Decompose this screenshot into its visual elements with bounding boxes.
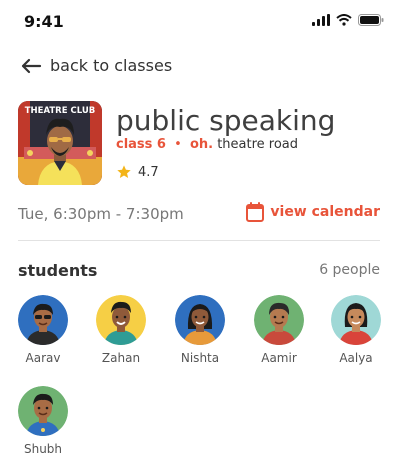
student-name: Aalya (339, 351, 373, 365)
class-thumbnail: THEATRE CLUB (18, 101, 102, 185)
rating-value: 4.7 (138, 164, 159, 180)
signal-icon (312, 14, 330, 26)
student-avatar-illustration (96, 295, 146, 345)
avatar (254, 295, 304, 345)
class-schedule: Tue, 6:30pm - 7:30pm (18, 205, 184, 223)
view-calendar-button[interactable]: view calendar (246, 202, 380, 222)
class-org: oh. (189, 137, 214, 152)
student-avatar-illustration (331, 295, 381, 345)
class-venue: theatre road (217, 137, 299, 152)
student-card[interactable]: Aarav (15, 295, 71, 365)
student-card[interactable]: Zahan (93, 295, 149, 365)
avatar (331, 295, 381, 345)
avatar (96, 295, 146, 345)
student-avatar-illustration (18, 295, 68, 345)
theatre-club-illustration: THEATRE CLUB (18, 101, 102, 185)
calendar-icon (246, 202, 265, 222)
star-icon (117, 165, 131, 178)
wifi-icon (336, 14, 352, 26)
divider (18, 240, 380, 241)
student-name: Aamir (261, 351, 297, 365)
student-avatar-illustration (175, 295, 225, 345)
student-card[interactable]: Shubh (15, 386, 71, 456)
student-name: Nishta (180, 351, 220, 365)
class-rating: 4.7 (116, 164, 159, 180)
student-avatar-illustration (254, 295, 304, 345)
class-title: public speaking (116, 104, 336, 137)
student-card[interactable]: Nishta (172, 295, 228, 365)
student-card[interactable]: Aalya (328, 295, 384, 365)
theatre-club-sign: THEATRE CLUB (25, 106, 95, 116)
back-to-classes-link[interactable]: back to classes (20, 56, 172, 75)
status-icons (312, 14, 384, 26)
student-avatar-illustration (18, 386, 68, 436)
back-label: back to classes (50, 56, 173, 75)
students-count: 6 people (319, 262, 380, 278)
student-name: Aarav (25, 351, 61, 365)
status-bar: 9:41 (0, 0, 400, 44)
class-grade: class 6 (116, 137, 166, 152)
students-heading: students (18, 261, 98, 280)
arrow-left-icon (21, 58, 42, 73)
meta-separator: • (174, 137, 182, 152)
avatar (18, 386, 68, 436)
class-meta: class 6 • oh. theatre road (116, 137, 298, 152)
student-card[interactable]: Aamir (251, 295, 307, 365)
avatar (175, 295, 225, 345)
student-name: Shubh (23, 442, 63, 456)
student-name: Zahan (101, 351, 141, 365)
avatar (18, 295, 68, 345)
status-time: 9:41 (24, 12, 64, 31)
view-calendar-label: view calendar (270, 204, 380, 220)
battery-icon (358, 14, 384, 26)
